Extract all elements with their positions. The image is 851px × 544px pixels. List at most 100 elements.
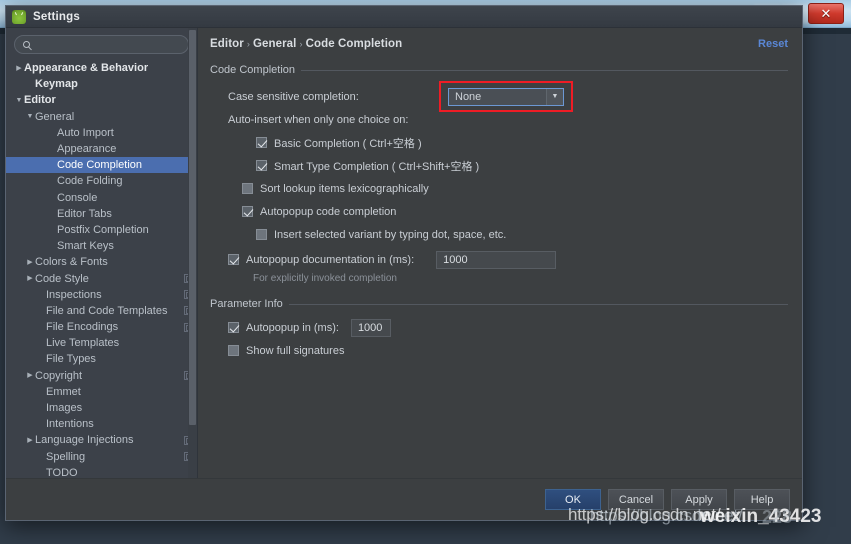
sidebar-item-language-injections[interactable]: ▶ Language Injections <box>6 432 197 448</box>
chevron-right-icon[interactable]: ▶ <box>25 437 35 444</box>
sidebar-item-label: File Types <box>46 353 96 366</box>
sidebar-item-emmet[interactable]: Emmet <box>6 384 197 400</box>
show-full-signatures-row: Show full signatures <box>210 339 788 362</box>
sidebar-item-label: Emmet <box>46 385 81 398</box>
cancel-button[interactable]: Cancel <box>608 489 664 510</box>
sidebar-item-postfix-completion[interactable]: Postfix Completion <box>6 222 197 238</box>
sidebar-item-label: Images <box>46 402 83 415</box>
auto-insert-label: Auto-insert when only one choice on: <box>228 113 409 126</box>
group-header: Parameter Info <box>210 298 788 310</box>
case-sensitive-value: None <box>455 90 482 103</box>
sidebar-item-todo[interactable]: TODO <box>6 465 197 478</box>
sidebar-item-file-and-code-templates[interactable]: File and Code Templates <box>6 303 197 319</box>
sidebar-item-images[interactable]: Images <box>6 400 197 416</box>
android-settings-icon <box>12 9 26 24</box>
sidebar-item-auto-import[interactable]: Auto Import <box>6 125 197 141</box>
help-button[interactable]: Help <box>734 489 790 510</box>
sidebar-item-label: General <box>35 110 75 123</box>
chevron-down-icon[interactable]: ▼ <box>14 97 24 104</box>
sidebar-item-appearance-behavior[interactable]: ▶ Appearance & Behavior <box>6 60 197 76</box>
sidebar-item-file-encodings[interactable]: File Encodings <box>6 319 197 335</box>
param-autopopup-input[interactable]: 1000 <box>350 318 391 337</box>
show-full-signatures-checkbox[interactable]: Show full signatures <box>228 340 344 362</box>
chevron-right-icon[interactable]: ▶ <box>25 275 35 282</box>
sidebar-item-general[interactable]: ▼ General <box>6 109 197 125</box>
param-autopopup-label: Autopopup in (ms): <box>246 321 339 334</box>
autopopup-doc-label: Autopopup documentation in (ms): <box>246 253 415 266</box>
sidebar-item-live-templates[interactable]: Live Templates <box>6 335 197 351</box>
checkbox-basic-completion-ctrl[interactable]: Basic Completion ( Ctrl+空格 ) <box>256 132 422 154</box>
checkbox-autopopup-code-completion[interactable]: Autopopup code completion <box>242 201 396 223</box>
sidebar-item-label: Inspections <box>46 288 102 301</box>
apply-button[interactable]: Apply <box>671 489 727 510</box>
dialog-footer: OK Cancel Apply Help <box>6 478 802 520</box>
sidebar-item-code-completion[interactable]: Code Completion <box>6 157 197 174</box>
checkbox-box <box>228 345 239 356</box>
checkbox-box <box>228 322 239 333</box>
sidebar-item-label: Colors & Fonts <box>35 256 108 269</box>
group-divider <box>301 69 788 71</box>
completion-option-row: Insert selected variant by typing dot, s… <box>210 223 788 246</box>
breadcrumb-item[interactable]: Code Completion <box>306 38 403 50</box>
chevron-right-icon[interactable]: ▶ <box>14 65 24 72</box>
sidebar-item-intentions[interactable]: Intentions <box>6 416 197 432</box>
settings-sidebar: ▶ Appearance & Behavior Keymap ▼ Editor ▼ Gene… <box>6 28 198 478</box>
sidebar-item-keymap[interactable]: Keymap <box>6 76 197 92</box>
chevron-down-icon[interactable]: ▼ <box>546 88 563 105</box>
sidebar-item-label: TODO <box>46 466 78 478</box>
chevron-down-icon[interactable]: ▼ <box>25 113 35 120</box>
settings-dialog: Settings ▶ Appearance & Behavior Keymap ▼ Ed… <box>5 5 803 521</box>
autopopup-doc-input[interactable]: 1000 <box>436 250 557 269</box>
settings-tree[interactable]: ▶ Appearance & Behavior Keymap ▼ Editor ▼ Gene… <box>6 58 197 478</box>
checkbox-insert-selected-variant-by-typing-dot-sp[interactable]: Insert selected variant by typing dot, s… <box>256 224 506 246</box>
sidebar-item-editor-tabs[interactable]: Editor Tabs <box>6 206 197 222</box>
sidebar-item-inspections[interactable]: Inspections <box>6 287 197 303</box>
checkbox-sort-lookup-items-lexicographically[interactable]: Sort lookup items lexicographically <box>242 178 429 200</box>
ok-button[interactable]: OK <box>545 489 601 510</box>
sidebar-item-file-types[interactable]: File Types <box>6 351 197 367</box>
sidebar-item-spelling[interactable]: Spelling <box>6 449 197 465</box>
chevron-right-icon[interactable]: ▶ <box>25 372 35 379</box>
breadcrumb-item[interactable]: Editor <box>210 38 244 50</box>
sidebar-item-label: Code Completion <box>57 159 142 172</box>
sidebar-item-code-folding[interactable]: Code Folding <box>6 173 197 189</box>
sidebar-item-code-style[interactable]: ▶ Code Style <box>6 270 197 286</box>
sidebar-scrollbar-thumb[interactable] <box>189 30 196 425</box>
breadcrumb-item[interactable]: General <box>253 38 297 50</box>
close-button[interactable]: ✕ <box>808 3 844 24</box>
completion-option-row: Basic Completion ( Ctrl+空格 ) <box>210 131 788 154</box>
checkbox-label: Insert selected variant by typing dot, s… <box>274 228 507 241</box>
sidebar-item-colors-fonts[interactable]: ▶ Colors & Fonts <box>6 254 197 270</box>
sidebar-item-label: Appearance <box>57 143 117 156</box>
settings-body: ▶ Appearance & Behavior Keymap ▼ Editor ▼ Gene… <box>6 28 802 478</box>
checkbox-box <box>256 160 267 171</box>
sidebar-scrollbar-track[interactable] <box>188 28 197 478</box>
checkbox-box <box>228 254 239 265</box>
sidebar-item-copyright[interactable]: ▶ Copyright <box>6 368 197 384</box>
sidebar-item-label: Intentions <box>46 418 94 431</box>
group-divider <box>288 303 788 305</box>
search-input[interactable] <box>35 38 180 51</box>
autopopup-doc-checkbox[interactable]: Autopopup documentation in (ms): <box>228 249 414 271</box>
sidebar-item-label: Appearance & Behavior <box>24 62 149 75</box>
checkbox-box <box>242 206 253 217</box>
chevron-right-icon[interactable]: ▶ <box>25 259 35 266</box>
search-icon <box>23 41 30 48</box>
sidebar-item-label: Editor <box>24 94 56 107</box>
search-container <box>6 28 197 58</box>
param-autopopup-checkbox[interactable]: Autopopup in (ms): <box>228 317 339 339</box>
show-full-signatures-label: Show full signatures <box>246 344 345 357</box>
checkbox-box <box>256 137 267 148</box>
case-sensitive-select[interactable]: None ▼ <box>448 87 564 106</box>
search-box[interactable] <box>14 35 189 54</box>
sidebar-item-smart-keys[interactable]: Smart Keys <box>6 238 197 254</box>
sidebar-item-editor[interactable]: ▼ Editor <box>6 92 197 108</box>
sidebar-item-label: Postfix Completion <box>57 223 149 236</box>
autopopup-doc-hint-row: For explicitly invoked completion <box>210 271 788 286</box>
checkbox-smart-type-completion-ctrl-shift[interactable]: Smart Type Completion ( Ctrl+Shift+空格 ) <box>256 155 479 177</box>
sidebar-item-label: File and Code Templates <box>46 304 168 317</box>
sidebar-item-console[interactable]: Console <box>6 190 197 206</box>
sidebar-item-appearance[interactable]: Appearance <box>6 141 197 157</box>
sidebar-item-label: Copyright <box>35 369 83 382</box>
reset-link[interactable]: Reset <box>758 38 788 50</box>
